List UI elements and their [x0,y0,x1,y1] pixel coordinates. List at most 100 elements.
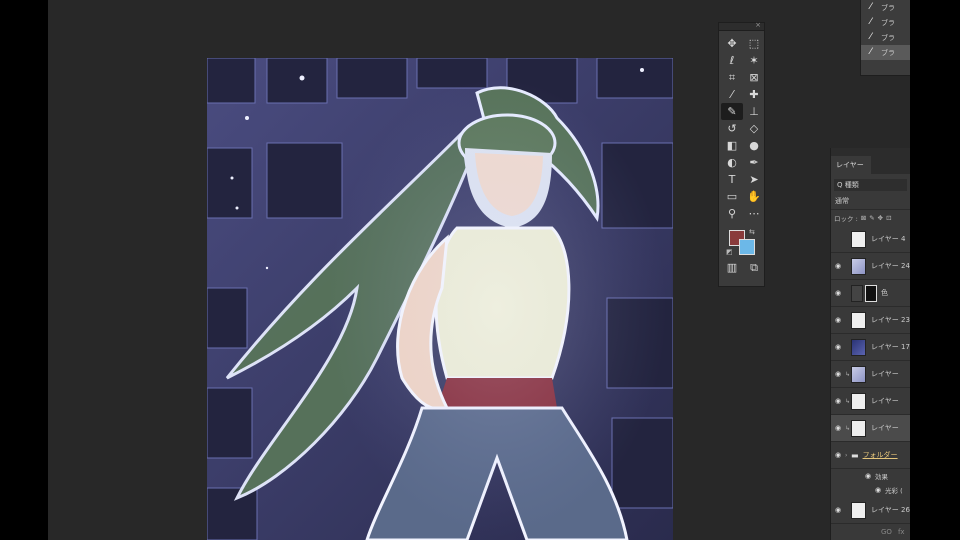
zoom-tool[interactable]: ⚲ [721,205,743,222]
tab-layers[interactable]: レイヤー [831,156,871,174]
tools-panel: × ✥ ⬚ ℓ ✶ ⌗ ⊠ ⁄ ✚ ✎ ⊥ ↺ ◇ ◧ ● ◐ ✒ T ➤ ▭ ✋ ⚲ ⋯ ⇆ ◩ ▥ ⧉ [718,21,765,287]
layer-row[interactable]: レイヤー 4 [831,226,910,253]
background-color-swatch[interactable] [739,239,755,255]
link-layers-button[interactable]: GO [881,528,892,536]
move-tool[interactable]: ✥ [721,35,743,52]
lock-option-icon[interactable]: ✥ [878,214,883,222]
layer-row[interactable]: ◉ レイヤー 23 [831,307,910,334]
tools-panel-grip[interactable]: × [719,21,764,31]
hand-tool[interactable]: ✋ [743,188,765,205]
layers-tabbar: レイヤー [831,148,910,174]
eye-icon[interactable]: ◉ [831,289,845,297]
eye-icon[interactable]: ◉ [831,424,845,432]
color-swatches: ⇆ ◩ [719,226,764,256]
effect-item-row[interactable]: ◉ 光彩 ( [831,483,910,497]
eye-icon[interactable]: ◉ [831,397,845,405]
effects-label: 効果 [875,473,888,481]
lasso-tool[interactable]: ℓ [721,52,743,69]
layer-name: 色 [881,289,888,297]
crop-tool[interactable]: ⌗ [721,69,743,86]
layer-row[interactable]: ◉ レイヤー 17 [831,334,910,361]
eye-icon[interactable]: ◉ [861,472,875,480]
eye-icon[interactable]: ◉ [831,370,845,378]
brush-icon: ⁄ [870,17,872,27]
lock-label: ロック : [834,215,858,223]
effect-item-label: 光彩 ( [885,487,903,495]
brush-tool[interactable]: ✎ [721,103,743,120]
layer-name: レイヤー [871,370,899,378]
letterbox-left [0,0,48,540]
eye-icon[interactable]: ◉ [871,486,885,494]
layer-thumbnail [851,501,866,519]
layers-panel: レイヤー Q 種類 通常 ロック : ⊠ ✎ ✥ ⊡ レイヤー 4 ◉ レイヤー 24 ◉ 色… [830,148,910,540]
gradient-tool[interactable]: ◧ [721,137,743,154]
brush-presets-panel: ⁄ ブラ ⁄ ブラ ⁄ ブラ ⁄ ブラ [860,0,910,76]
layer-row[interactable]: ◉ ↳ レイヤー [831,388,910,415]
blur-tool[interactable]: ● [743,137,765,154]
layer-name: レイヤー 23 [871,316,910,324]
layer-row[interactable]: ◉ レイヤー 26 [831,497,910,524]
path-select-tool[interactable]: ➤ [743,171,765,188]
default-colors-icon[interactable]: ◩ [726,248,733,256]
layer-filter-kind[interactable]: Q 種類 [834,179,907,191]
lock-option-icon[interactable]: ✎ [869,214,874,222]
brush-preset-item[interactable]: ⁄ ブラ [861,45,910,60]
close-icon[interactable]: × [755,21,761,29]
stamp-tool[interactable]: ⊥ [743,103,765,120]
eye-icon[interactable]: ◉ [831,506,845,514]
layer-list: レイヤー 4 ◉ レイヤー 24 ◉ 色 ◉ レイヤー 23 ◉ レイヤー 17 ◉ ↳ レイヤー ◉ ↳… [831,226,910,442]
brush-preset-label: ブラ [881,33,895,42]
layer-name: レイヤー 24 [871,262,910,270]
fx-button[interactable]: fx [898,528,905,536]
layer-row[interactable]: ◉ 色 [831,280,910,307]
swap-colors-icon[interactable]: ⇆ [749,228,755,236]
marquee-tool[interactable]: ⬚ [743,35,765,52]
pen-tool[interactable]: ✒ [743,154,765,171]
layer-name: レイヤー [871,424,899,432]
eraser-tool[interactable]: ◇ [743,120,765,137]
lock-option-icon[interactable]: ⊡ [886,214,891,222]
magic-wand-tool[interactable]: ✶ [743,52,765,69]
layer-mask-thumbnail[interactable] [865,284,877,302]
layer-folder[interactable]: ◉ › ▬ フォルダー [831,442,910,469]
quick-mask-button[interactable]: ▥ [721,262,743,273]
lock-option-icon[interactable]: ⊠ [861,214,866,222]
type-tool[interactable]: T [721,171,743,188]
layer-row[interactable]: ◉ ↳ レイヤー [831,361,910,388]
folder-icon: ▬ [851,450,859,460]
more-tools[interactable]: ⋯ [743,205,765,222]
brush-preset-item[interactable]: ⁄ ブラ [861,30,910,45]
layer-row[interactable]: ◉ レイヤー 24 [831,253,910,280]
layer-name: レイヤー 17 [871,343,910,351]
layer-row[interactable]: ◉ ↳ レイヤー [831,415,910,442]
tools-bottom-row: ▥ ⧉ [719,256,764,273]
lock-row: ロック : ⊠ ✎ ✥ ⊡ [831,210,910,226]
blend-mode-select[interactable]: 通常 [831,193,910,210]
tool-grid: ✥ ⬚ ℓ ✶ ⌗ ⊠ ⁄ ✚ ✎ ⊥ ↺ ◇ ◧ ● ◐ ✒ T ➤ ▭ ✋ ⚲ ⋯ [719,31,764,222]
layer-thumbnail [851,311,866,329]
eye-icon[interactable]: ◉ [831,451,845,459]
dodge-tool[interactable]: ◐ [721,154,743,171]
eye-icon[interactable]: ◉ [831,343,845,351]
document-canvas[interactable] [207,58,673,540]
screen-mode-button[interactable]: ⧉ [743,262,765,273]
layers-footer: GO fx [831,524,910,540]
brush-icon: ⁄ [870,32,872,42]
layer-name: レイヤー [871,397,899,405]
eye-icon[interactable]: ◉ [831,316,845,324]
healing-tool[interactable]: ✚ [743,86,765,103]
brush-preset-item[interactable]: ⁄ ブラ [861,0,910,15]
eyedropper-tool[interactable]: ⁄ [721,86,743,103]
layer-thumbnail [851,392,866,410]
layer-thumbnail [851,338,866,356]
adjustment-icon [851,284,863,302]
shape-tool[interactable]: ▭ [721,188,743,205]
brush-preset-item[interactable]: ⁄ ブラ [861,15,910,30]
brush-icon: ⁄ [870,2,872,12]
brush-preset-label: ブラ [881,48,895,57]
eye-icon[interactable]: ◉ [831,262,845,270]
frame-tool[interactable]: ⊠ [743,69,765,86]
history-brush-tool[interactable]: ↺ [721,120,743,137]
effects-row[interactable]: ◉ 効果 [831,469,910,483]
letterbox-right [910,0,960,540]
